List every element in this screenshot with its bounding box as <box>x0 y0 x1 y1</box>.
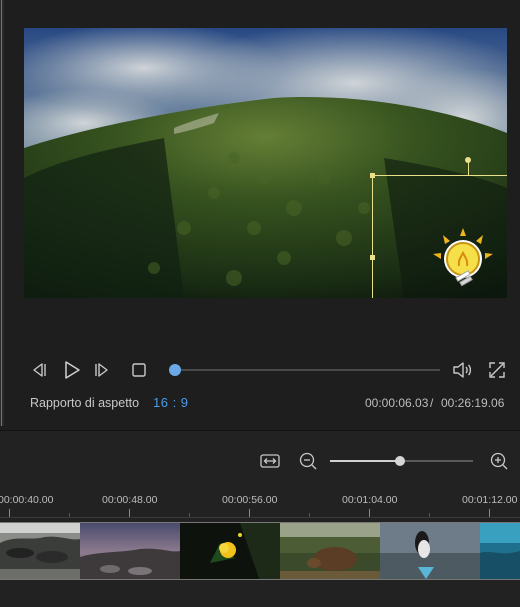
playback-progress-track[interactable] <box>180 369 440 371</box>
next-frame-button[interactable] <box>93 360 113 380</box>
ruler-tick <box>9 509 10 517</box>
ruler-tick <box>489 509 490 517</box>
clip-image <box>0 523 80 579</box>
fit-timeline-icon <box>260 454 280 468</box>
timeline-ruler[interactable] <box>0 517 520 518</box>
ruler-label: 00:01:04.00 <box>342 494 398 506</box>
clip-image <box>480 523 520 579</box>
ruler-tick <box>369 509 370 517</box>
clip-thumbnail-dusk-landscape[interactable] <box>80 522 180 580</box>
clip-thumbnail-yellow-flower[interactable] <box>180 522 280 580</box>
next-frame-icon <box>95 363 108 377</box>
play-icon <box>65 361 80 379</box>
fit-timeline-button[interactable] <box>259 451 281 471</box>
volume-button[interactable] <box>451 359 473 381</box>
zoom-in-button[interactable] <box>488 450 510 472</box>
ruler-label: 00:00:40.00 <box>0 494 54 506</box>
selection-handle-left[interactable] <box>370 255 375 260</box>
clip-thumbnail-booby-bird[interactable] <box>380 522 480 580</box>
stop-icon <box>132 363 146 377</box>
zoom-in-icon <box>490 452 508 470</box>
aspect-ratio-value[interactable]: 16 : 9 <box>153 395 189 410</box>
video-track[interactable] <box>0 522 520 582</box>
lightbulb-icon <box>433 228 493 287</box>
clip-image <box>280 523 380 579</box>
ruler-tick-minor <box>69 513 70 517</box>
panel-divider-accent <box>1 0 2 426</box>
ruler-tick-minor <box>429 513 430 517</box>
fullscreen-icon <box>489 362 505 378</box>
clip-image <box>80 523 180 579</box>
clip-thumbnail-underwater[interactable] <box>480 522 520 580</box>
prev-frame-button[interactable] <box>28 360 48 380</box>
zoom-out-icon <box>299 452 317 470</box>
zoom-slider-fill <box>330 460 400 462</box>
clip-image <box>180 523 280 579</box>
aspect-ratio-label: Rapporto di aspetto <box>30 396 140 410</box>
zoom-slider-handle[interactable] <box>395 456 405 466</box>
lightbulb-sticker[interactable] <box>430 226 496 292</box>
ruler-label: 00:01:12.00 <box>462 494 518 506</box>
ruler-label: 00:00:56.00 <box>222 494 278 506</box>
volume-icon <box>453 362 472 378</box>
ruler-tick <box>249 509 250 517</box>
clip-thumbnail-iguanas[interactable] <box>0 522 80 580</box>
total-time: 00:26:19.06 <box>441 396 505 410</box>
ruler-tick <box>129 509 130 517</box>
prev-frame-icon <box>33 363 46 377</box>
time-separator: / <box>430 396 434 410</box>
current-time: 00:00:06.03 <box>365 396 429 410</box>
ruler-tick-minor <box>309 513 310 517</box>
clip-thumbnail-tortoise[interactable] <box>280 522 380 580</box>
play-button[interactable] <box>60 358 84 382</box>
playback-progress-handle[interactable] <box>169 364 181 376</box>
selection-handle-top-left[interactable] <box>370 173 375 178</box>
ruler-tick-minor <box>189 513 190 517</box>
stop-button[interactable] <box>130 361 148 379</box>
zoom-out-button[interactable] <box>297 450 319 472</box>
rotation-handle[interactable] <box>465 157 471 163</box>
ruler-label: 00:00:48.00 <box>102 494 158 506</box>
clip-image <box>380 523 480 579</box>
fullscreen-button[interactable] <box>487 360 507 380</box>
